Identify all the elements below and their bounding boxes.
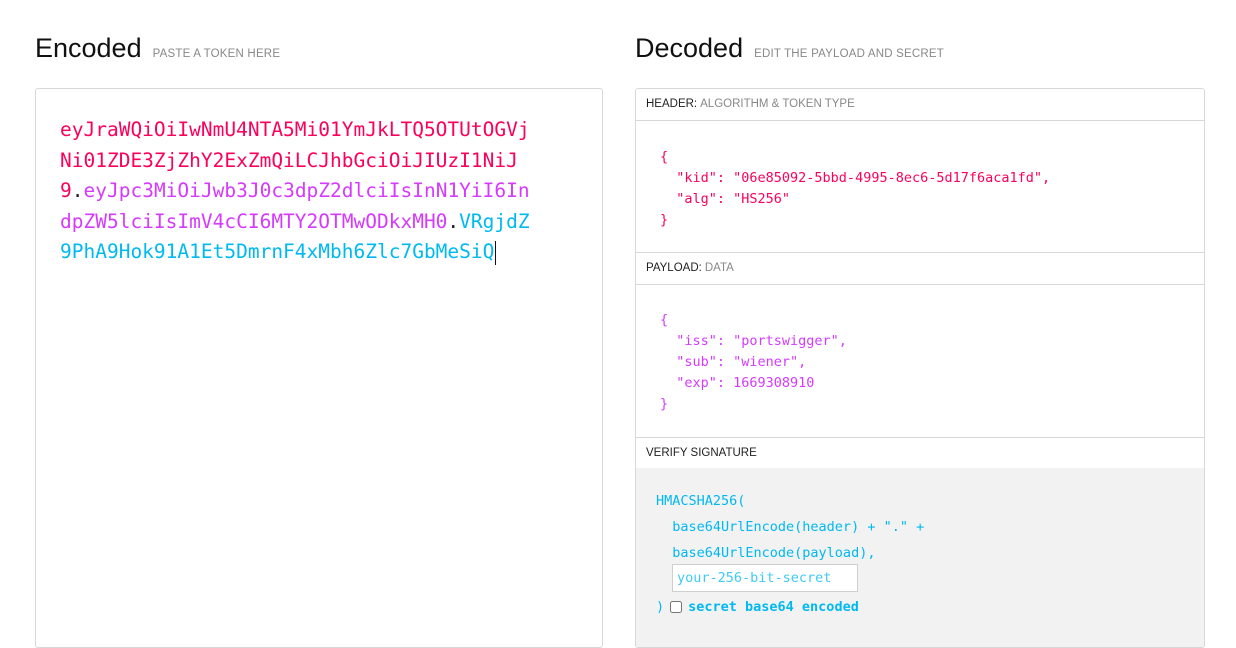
verify-section-label: VERIFY SIGNATURE [646,447,757,459]
header-section-hint: ALGORITHM & TOKEN TYPE [700,98,855,110]
decoded-subtitle: EDIT THE PAYLOAD AND SECRET [754,48,944,60]
payload-json-editor[interactable]: { "iss": "portswigger", "sub": "wiener",… [636,285,1204,438]
closing-paren: ) [656,599,665,615]
header-section-label: HEADER: [646,98,698,110]
text-caret [495,240,497,265]
decoded-heading: Decoded EDIT THE PAYLOAD AND SECRET [635,33,944,64]
encoded-title: Encoded [35,33,142,63]
token-dot-separator: . [71,179,84,202]
header-section-heading: HEADER: ALGORITHM & TOKEN TYPE [636,89,1204,121]
verify-closing-row: ) secret base64 encoded [656,599,859,615]
base64-encoded-checkbox[interactable] [670,601,683,613]
payload-json[interactable]: { "iss": "portswigger", "sub": "wiener",… [660,310,847,415]
payload-section-hint: DATA [704,262,734,274]
header-json[interactable]: { "kid": "06e85092-5bbd-4995-8ec6-5d17f6… [660,147,1050,231]
encoded-heading: Encoded PASTE A TOKEN HERE [35,33,280,64]
payload-section-heading: PAYLOAD: DATA [636,253,1204,285]
token-text[interactable]: eyJraWQiOiIwNmU4NTA5Mi01YmJkLTQ5OTUtOGVj… [60,115,540,268]
payload-section-label: PAYLOAD: [646,262,702,274]
encoded-token-editor[interactable]: eyJraWQiOiIwNmU4NTA5Mi01YmJkLTQ5OTUtOGVj… [35,88,603,648]
encoded-subtitle: PASTE A TOKEN HERE [152,48,281,60]
base64-encoded-label[interactable]: secret base64 encoded [688,599,859,615]
verify-section-heading: VERIFY SIGNATURE [636,438,1204,470]
secret-input[interactable] [672,564,858,592]
verify-signature-panel: HMACSHA256( base64UrlEncode(header) + ".… [636,468,1204,647]
token-dot-separator: . [447,209,460,233]
hmac-code: HMACSHA256( base64UrlEncode(header) + ".… [656,493,925,561]
header-json-editor[interactable]: { "kid": "06e85092-5bbd-4995-8ec6-5d17f6… [636,121,1204,253]
decoded-panel: HEADER: ALGORITHM & TOKEN TYPE { "kid": "… [635,88,1205,648]
decoded-title: Decoded [635,33,744,63]
